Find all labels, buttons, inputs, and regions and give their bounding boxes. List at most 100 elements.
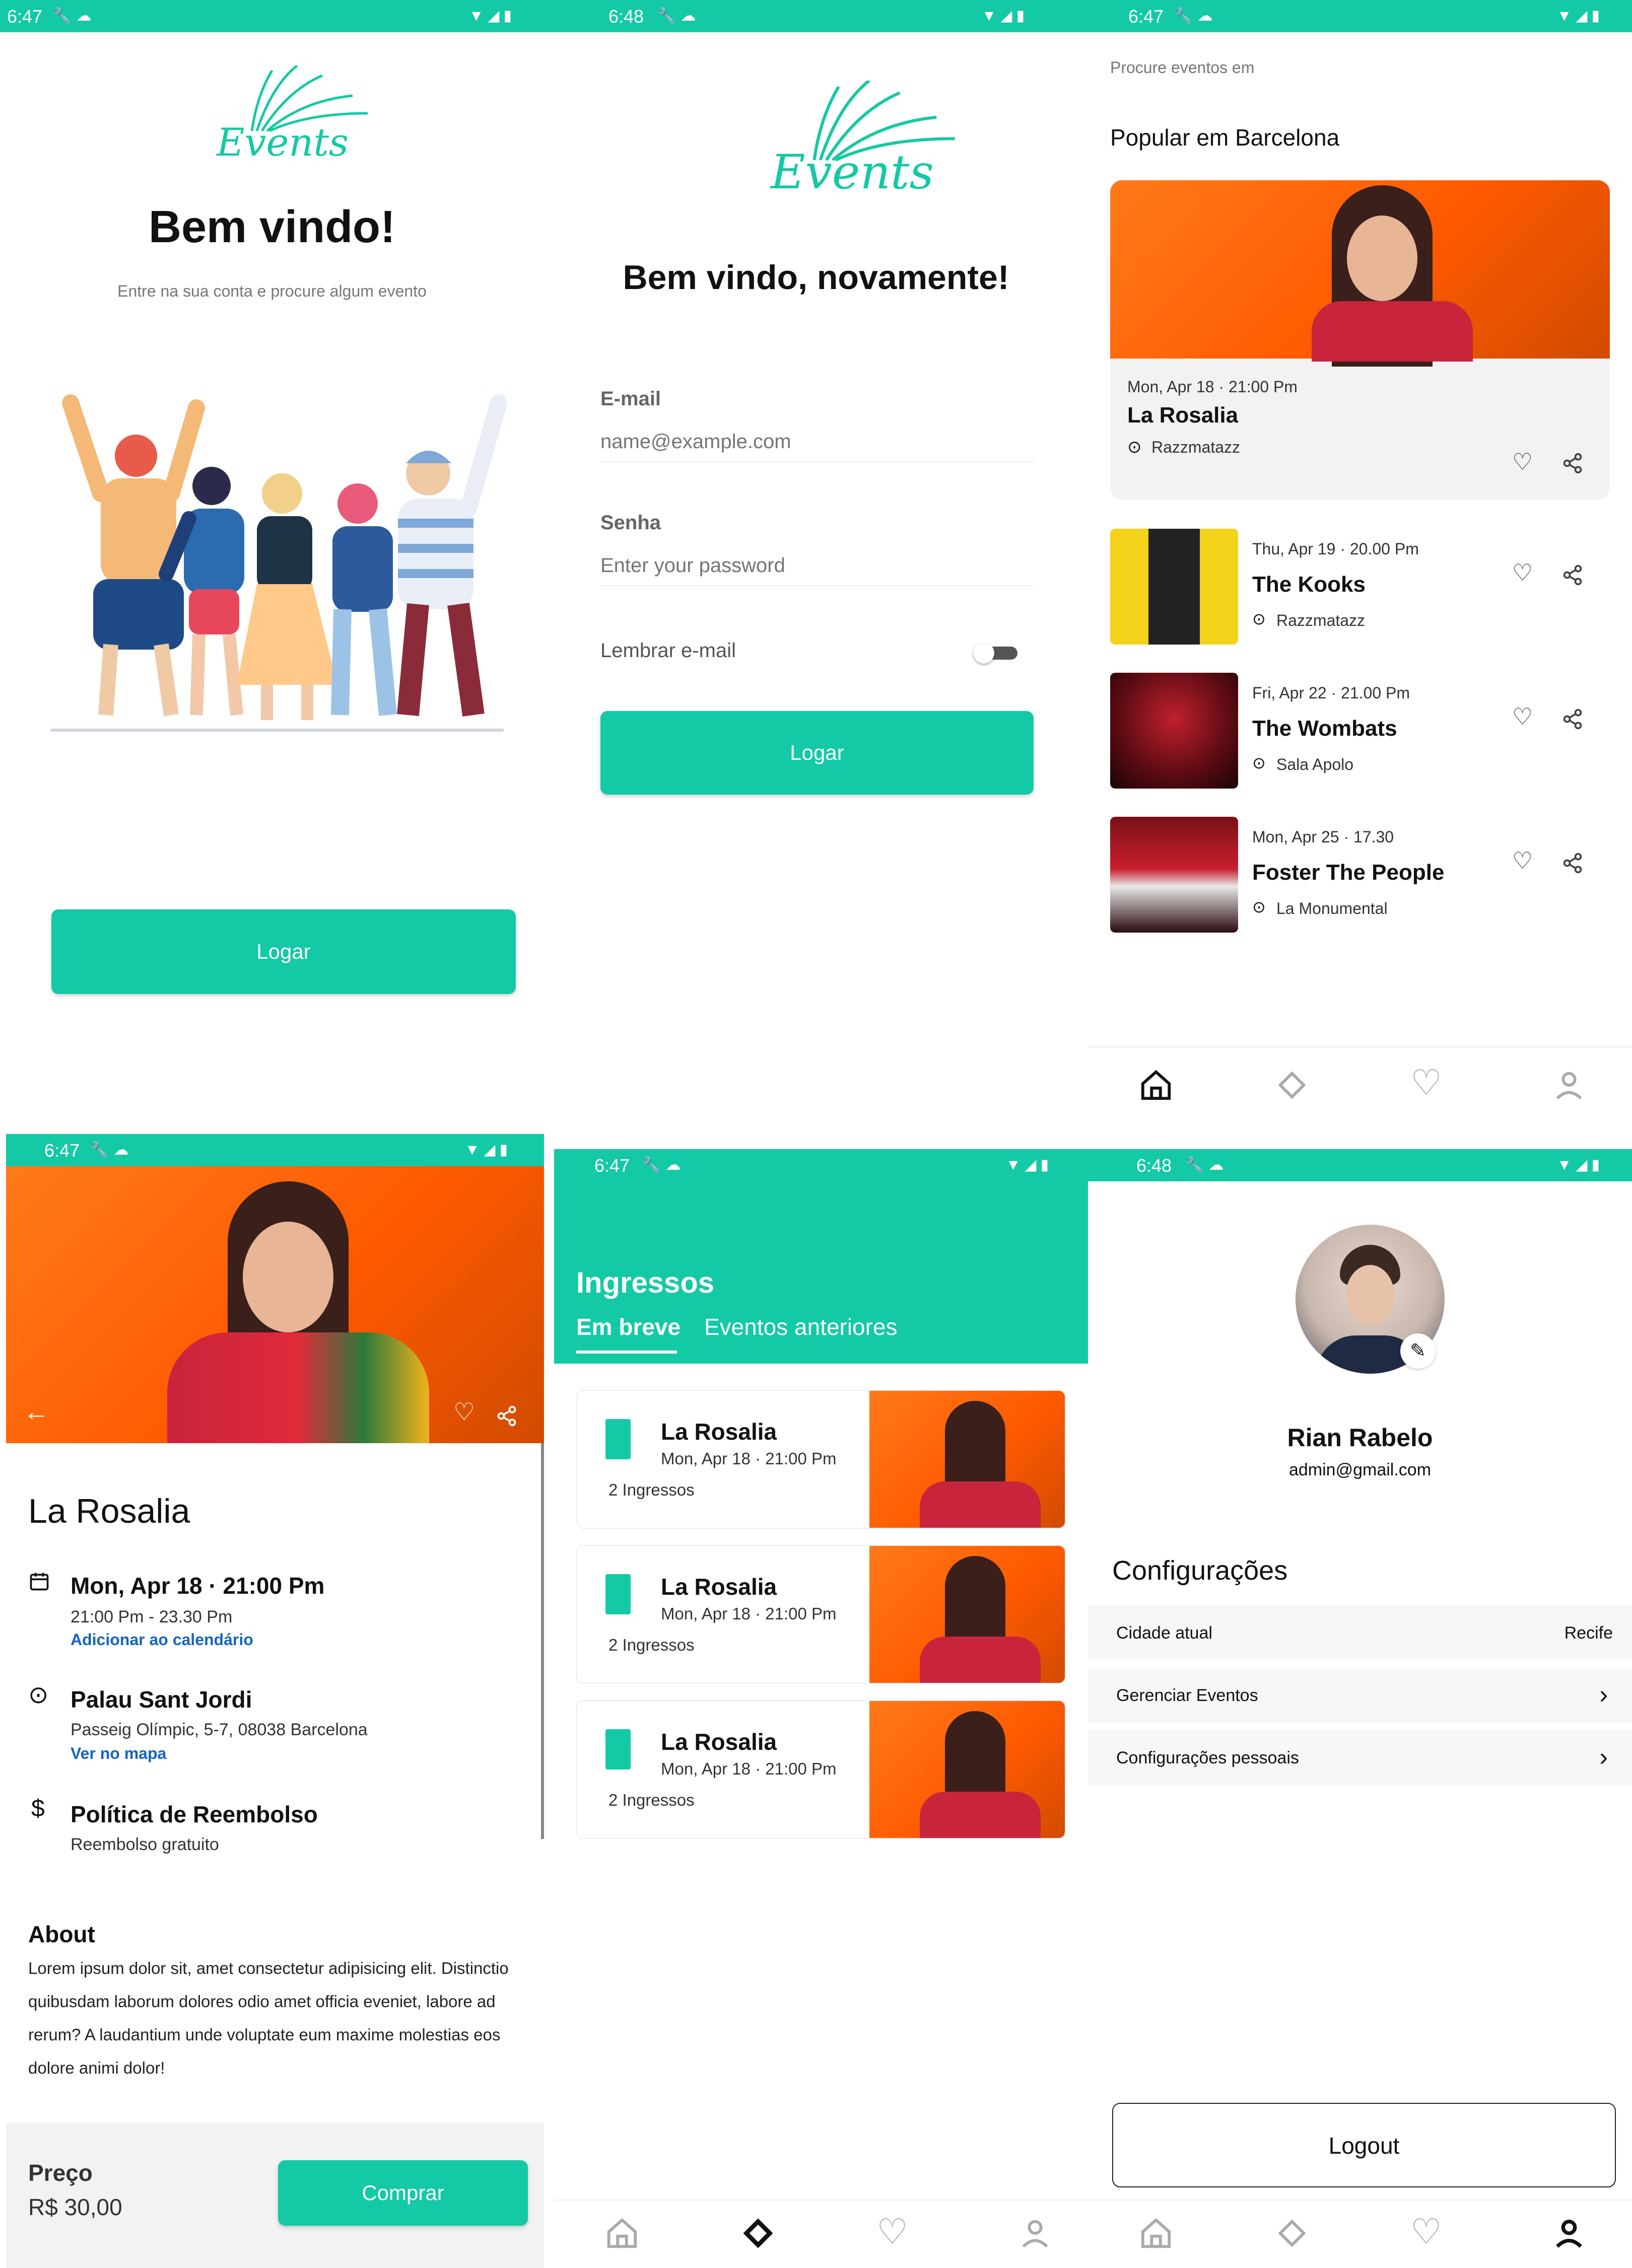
password-field[interactable] (600, 546, 1034, 586)
ticket-icon (605, 1729, 631, 1769)
ticket-event-title: La Rosalia (661, 1574, 777, 1600)
status-left-icons: 🔧☁ (642, 1157, 686, 1173)
event-thumbnail (1110, 529, 1238, 645)
personal-settings-label: Configurações pessoais (1116, 1748, 1299, 1767)
user-icon[interactable] (1551, 2216, 1587, 2251)
status-left-icons: 🔧☁ (1185, 1157, 1229, 1173)
event-list-item[interactable]: Thu, Apr 19 · 20.00 Pm The Kooks ⊙ Razzm… (1110, 529, 1610, 645)
ticket-count: 2 Ingressos (608, 1636, 695, 1654)
event-thumbnail (1110, 817, 1238, 933)
ticket-count: 2 Ingressos (608, 1791, 695, 1809)
about-text: Lorem ipsum dolor sit, amet consectetur … (28, 1959, 509, 2077)
ticket-icon[interactable] (740, 2216, 776, 2251)
ticket-event-date: Mon, Apr 18 · 21:00 Pm (661, 1604, 837, 1623)
tickets-header: 6:47 🔧☁ ▼◢▮ Ingressos Em breve Eventos a… (554, 1149, 1088, 1364)
home-icon[interactable] (1138, 2216, 1174, 2251)
email-field[interactable] (600, 422, 1034, 462)
buy-button[interactable]: Comprar (278, 2160, 528, 2226)
status-right-icons: ▼◢▮ (464, 1142, 512, 1158)
welcome-screen: 6:47 🔧☁ ▼◢▮ Events Bem vindo! Entre na s… (0, 0, 544, 1134)
logout-button[interactable]: Logout (1112, 2103, 1616, 2187)
share-icon[interactable] (496, 1405, 518, 1427)
status-right-icons: ▼◢▮ (981, 8, 1029, 24)
ticket-card[interactable]: La Rosalia Mon, Apr 18 · 21:00 Pm 2 Ingr… (576, 1700, 1066, 1839)
chevron-right-icon: › (1599, 1743, 1608, 1771)
share-icon[interactable] (1561, 852, 1584, 874)
login-title: Bem vindo, novamente! (623, 258, 1009, 297)
email-label: E-mail (600, 388, 661, 410)
heart-icon[interactable]: ♡ (453, 1398, 475, 1426)
welcome-title: Bem vindo! (148, 202, 396, 252)
ticket-icon[interactable] (1274, 2216, 1310, 2251)
add-to-calendar-link[interactable]: Adicionar ao calendário (71, 1631, 253, 1649)
welcome-login-button[interactable]: Logar (51, 909, 516, 994)
status-left-icons: 🔧☁ (52, 8, 97, 24)
ticket-event-title: La Rosalia (661, 1729, 777, 1755)
share-icon[interactable] (1561, 452, 1584, 474)
password-label: Senha (600, 512, 661, 534)
tab-past-events[interactable]: Eventos anteriores (704, 1313, 898, 1340)
status-time: 6:47 (44, 1140, 80, 1161)
profile-screen: 6:48 🔧☁ ▼◢▮ ✎ Rian Rabelo admin@gmail.co… (1088, 1134, 1632, 2268)
status-left-icons: 🔧☁ (657, 8, 701, 24)
event-date: Mon, Apr 25 · 17.30 (1252, 828, 1394, 846)
event-date: Fri, Apr 22 · 21.00 Pm (1252, 684, 1410, 702)
ticket-event-title: La Rosalia (661, 1419, 777, 1445)
price-bar: Preço R$ 30,00 Comprar (6, 2123, 544, 2268)
status-time: 6:48 (608, 6, 644, 27)
about-title: About (28, 1921, 95, 1947)
edit-icon: ✎ (1410, 1340, 1426, 1362)
home-icon[interactable] (604, 2216, 640, 2251)
refund-policy-text: Reembolso gratuito (71, 1835, 219, 1854)
price-label: Preço (28, 2160, 93, 2186)
search-location-label[interactable]: Procure eventos em (1110, 58, 1254, 77)
edit-avatar-button[interactable]: ✎ (1400, 1333, 1436, 1369)
tab-upcoming[interactable]: Em breve (576, 1313, 681, 1340)
event-time-range: 21:00 Pm - 23.30 Pm (71, 1607, 233, 1626)
user-icon[interactable] (1017, 2216, 1053, 2251)
featured-event-title: La Rosalia (1127, 403, 1239, 428)
status-time: 6:47 (1128, 6, 1164, 27)
status-bar: 6:48 🔧☁ ▼◢▮ (544, 0, 1088, 32)
view-map-link[interactable]: Ver no mapa (71, 1744, 166, 1763)
heart-icon[interactable]: ♡ (1410, 1062, 1451, 1103)
ticket-event-image (869, 1546, 1065, 1683)
settings-item-city[interactable]: Cidade atual Recife (1088, 1605, 1632, 1661)
back-arrow-icon[interactable]: ← (23, 1397, 49, 1427)
settings-item-personal[interactable]: Configurações pessoais › (1088, 1730, 1632, 1786)
location-icon: ⊙ (1127, 438, 1142, 457)
heart-icon[interactable]: ♡ (1512, 448, 1533, 475)
status-bar: 6:48 🔧☁ ▼◢▮ (1088, 1149, 1632, 1181)
heart-icon[interactable]: ♡ (876, 2212, 917, 2252)
ticket-card[interactable]: La Rosalia Mon, Apr 18 · 21:00 Pm 2 Ingr… (576, 1545, 1066, 1684)
event-list-item[interactable]: Mon, Apr 25 · 17.30 Foster The People ⊙ … (1110, 817, 1610, 933)
home-icon[interactable] (1138, 1068, 1174, 1103)
event-list-item[interactable]: Fri, Apr 22 · 21.00 Pm The Wombats ⊙ Sal… (1110, 673, 1610, 789)
ticket-icon[interactable] (1274, 1068, 1310, 1103)
city-label: Cidade atual (1116, 1623, 1212, 1643)
location-icon: ⊙ (1252, 898, 1266, 916)
city-value: Recife (1564, 1623, 1613, 1643)
settings-item-manage-events[interactable]: Gerenciar Eventos › (1088, 1668, 1632, 1723)
featured-event-card[interactable]: Mon, Apr 18 · 21:00 Pm La Rosalia ⊙ Razz… (1110, 180, 1610, 500)
profile-name: Rian Rabelo (1287, 1424, 1433, 1452)
status-right-icons: ▼◢▮ (1556, 1157, 1604, 1173)
heart-icon[interactable]: ♡ (1512, 703, 1533, 730)
location-icon: ⊙ (1252, 754, 1266, 772)
share-icon[interactable] (1561, 564, 1584, 586)
share-icon[interactable] (1561, 708, 1584, 730)
ticket-card[interactable]: La Rosalia Mon, Apr 18 · 21:00 Pm 2 Ingr… (576, 1390, 1066, 1529)
heart-icon[interactable]: ♡ (1512, 559, 1533, 586)
remember-email-label: Lembrar e-mail (600, 640, 736, 662)
heart-icon[interactable]: ♡ (1512, 847, 1533, 874)
ticket-event-date: Mon, Apr 18 · 21:00 Pm (661, 1449, 837, 1468)
featured-event-date: Mon, Apr 18 · 21:00 Pm (1127, 378, 1298, 396)
status-left-icons: 🔧☁ (1174, 8, 1218, 24)
heart-icon[interactable]: ♡ (1410, 2212, 1451, 2252)
event-date: Thu, Apr 19 · 20.00 Pm (1252, 540, 1419, 558)
login-submit-button[interactable]: Logar (600, 711, 1034, 795)
user-icon[interactable] (1551, 1068, 1587, 1103)
status-right-icons: ▼◢▮ (468, 8, 516, 24)
remember-email-toggle[interactable] (973, 643, 1018, 664)
status-left-icons: 🔧☁ (90, 1142, 134, 1158)
